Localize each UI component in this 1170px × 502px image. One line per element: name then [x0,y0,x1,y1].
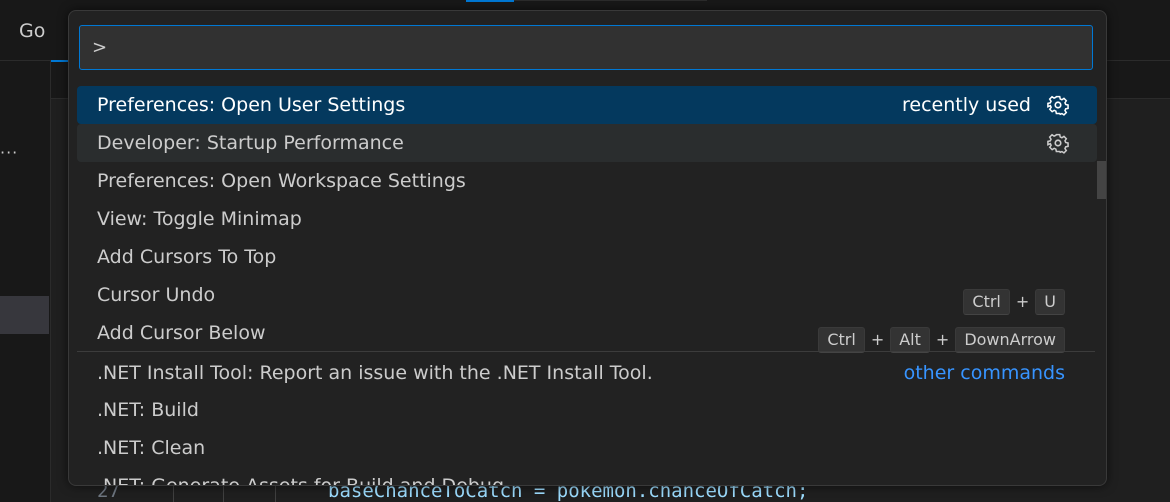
command-item[interactable]: Add Cursor Below Ctrl + Alt + DownArrow [77,314,1097,353]
more-actions-icon[interactable]: ··· [0,143,18,162]
command-label: Add Cursors To Top [97,246,277,268]
command-item[interactable]: Preferences: Open User Settings recently… [77,86,1097,124]
layout-indicator [466,0,514,2]
title-divider [514,0,707,1]
command-label: Add Cursor Below [97,322,266,344]
command-item[interactable]: .NET: Clean [77,429,1097,467]
menu-go[interactable]: Go [19,20,45,42]
gear-icon[interactable] [1047,132,1069,154]
command-label: Developer: Startup Performance [97,132,404,154]
key-ctrl: Ctrl [818,327,865,353]
key-downarrow: DownArrow [955,327,1065,353]
command-label: Preferences: Open Workspace Settings [97,170,466,192]
command-description: recently used [902,94,1031,116]
command-item[interactable]: .NET: Generate Assets for Build and Debu… [77,467,1097,486]
command-input[interactable]: > [79,25,1093,70]
command-item[interactable]: View: Toggle Minimap [77,200,1097,238]
key-alt: Alt [890,327,930,353]
command-label: Cursor Undo [97,284,216,306]
sidebar-selected-item[interactable] [0,296,49,334]
other-commands-label: other commands [903,362,1065,384]
command-label: .NET: Build [97,399,199,421]
sidebar: ··· [0,61,51,502]
command-item[interactable]: Preferences: Open Workspace Settings [77,162,1097,200]
key-u: U [1035,289,1065,315]
command-item[interactable]: Cursor Undo Ctrl + U [77,276,1097,315]
command-label: .NET: Clean [97,437,206,459]
command-label: .NET: Generate Assets for Build and Debu… [97,475,505,486]
command-item[interactable]: .NET Install Tool: Report an issue with … [77,354,1097,392]
gear-icon[interactable] [1047,94,1069,116]
scrollbar[interactable] [1097,161,1106,199]
command-label: View: Toggle Minimap [97,208,302,230]
command-label: Preferences: Open User Settings [97,94,406,116]
command-label: .NET Install Tool: Report an issue with … [97,362,653,384]
command-item[interactable]: .NET: Build [77,391,1097,429]
command-item[interactable]: Add Cursors To Top [77,238,1097,276]
command-item[interactable]: Developer: Startup Performance [77,124,1097,162]
separator [77,351,1095,352]
key-ctrl: Ctrl [963,289,1010,315]
command-palette: > Preferences: Open User Settings recent… [68,10,1107,486]
